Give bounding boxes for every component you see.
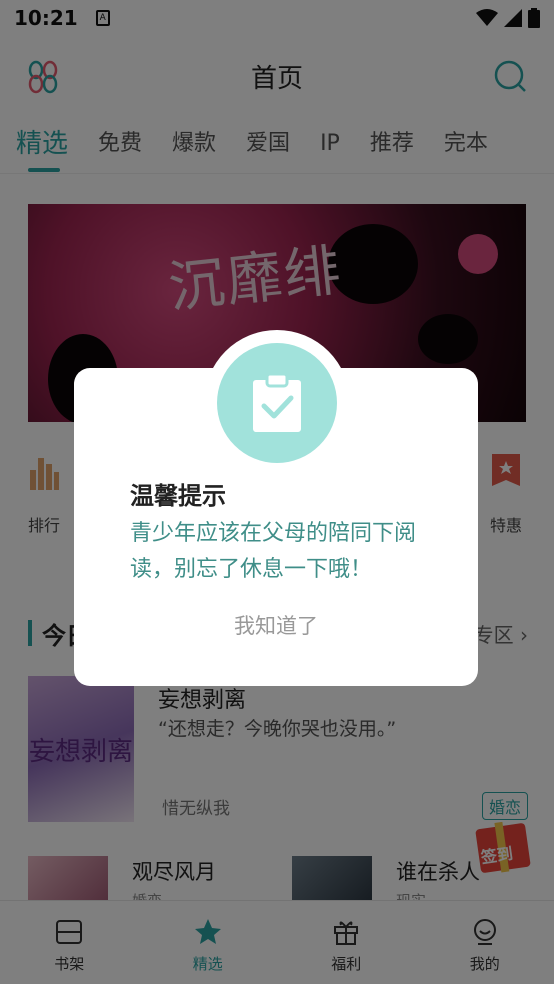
clipboard-check-icon [253, 372, 301, 432]
dialog-badge-circle [217, 343, 337, 463]
dialog-confirm-button[interactable]: 我知道了 [74, 610, 478, 640]
dialog-badge [204, 330, 350, 476]
dialog-title: 温馨提示 [130, 482, 226, 510]
dialog-message: 青少年应该在父母的陪同下阅读，别忘了休息一下哦！ [130, 521, 417, 582]
